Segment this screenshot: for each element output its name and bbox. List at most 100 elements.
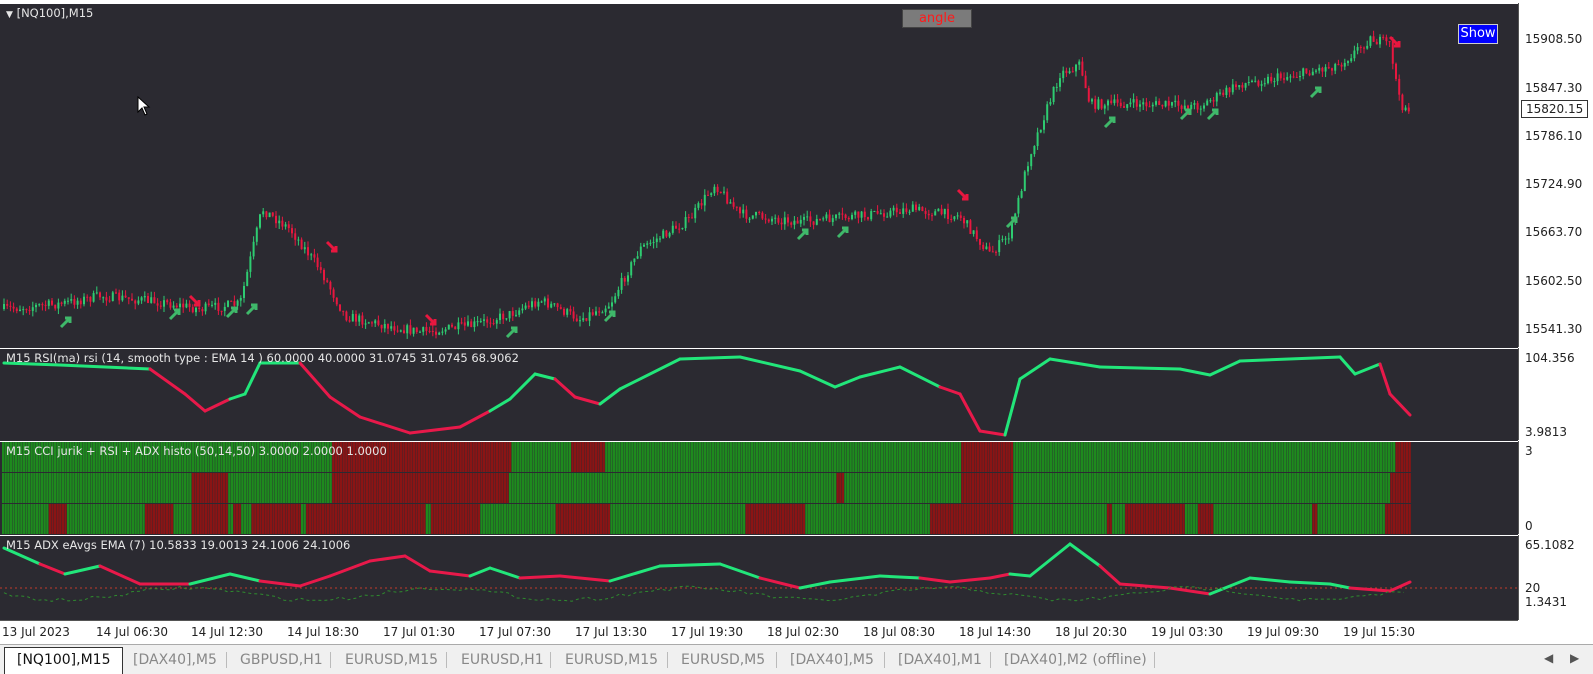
histo-bar — [891, 442, 894, 472]
histo-bar — [1101, 473, 1104, 503]
candle-body — [1327, 67, 1330, 69]
tab-eurusd-m15-2[interactable]: EURUSD,M15 — [565, 649, 658, 671]
candle-body — [435, 331, 437, 335]
histo-bar — [1260, 473, 1263, 503]
histo-bar — [150, 504, 153, 534]
histo-bar — [542, 504, 545, 534]
histo-bar — [168, 473, 171, 503]
histo-bar — [1099, 504, 1102, 534]
histo-bar — [787, 473, 790, 503]
rsi-indicator-pane[interactable]: M15 RSI(ma) rsi (14, smooth type : EMA 1… — [0, 348, 1518, 441]
histo-bar — [730, 442, 733, 472]
price-axis[interactable]: 15908.50 15847.30 15786.10 15724.90 1566… — [1518, 3, 1593, 347]
candle-body — [294, 233, 297, 240]
tab-dax40-m2-offline[interactable]: [DAX40],M2 (offline) — [1004, 649, 1147, 671]
histo-bar — [711, 442, 714, 472]
histo-bar — [1403, 442, 1406, 472]
show-button[interactable]: Show — [1458, 24, 1498, 44]
histo-bar — [1380, 504, 1383, 534]
histo-bar — [927, 504, 930, 534]
histo-bar — [594, 473, 597, 503]
histo-bar — [574, 504, 577, 534]
candle-body — [447, 324, 450, 330]
histo-bar — [1127, 473, 1130, 503]
candle-body — [1395, 63, 1397, 79]
histo-bar — [337, 504, 340, 534]
rsi-segment — [1018, 357, 1052, 381]
tab-dax40-m5[interactable]: [DAX40],M5 — [133, 649, 217, 671]
candle-body — [1404, 107, 1407, 111]
histo-bar — [134, 504, 137, 534]
histo-bar — [314, 504, 317, 534]
histo-bar — [997, 442, 1000, 472]
tab-eurusd-m15[interactable]: EURUSD,M15 — [345, 649, 438, 671]
histo-bar — [64, 473, 67, 503]
tab-gbpusd-h1[interactable]: GBPUSD,H1 — [240, 649, 323, 671]
candle-body — [649, 242, 652, 244]
tab-eurusd-m5[interactable]: EURUSD,M5 — [681, 649, 765, 671]
candle-body — [566, 309, 569, 315]
time-axis[interactable]: 13 Jul 2023 14 Jul 06:30 14 Jul 12:30 14… — [0, 620, 1518, 645]
histo-bar — [59, 473, 62, 503]
histo-bar — [295, 504, 298, 534]
histo-bar — [730, 473, 733, 503]
histo-bar — [1192, 442, 1195, 472]
histo-bar — [199, 504, 202, 534]
candle-body — [441, 331, 444, 333]
cci-histo-pane[interactable]: M15 CCI jurik + RSI + ADX histo (50,14,5… — [0, 441, 1518, 535]
histo-bar — [111, 504, 114, 534]
tabs-scroll-left-icon[interactable]: ◀ — [1544, 651, 1553, 665]
histo-bar — [72, 504, 75, 534]
histo-bar — [1278, 504, 1281, 534]
angle-button[interactable]: angle — [902, 9, 972, 28]
histo-bar — [1250, 504, 1253, 534]
histo-bar — [498, 504, 501, 534]
histo-bar — [1239, 504, 1242, 534]
histo-bar — [750, 504, 753, 534]
histo-bar — [940, 442, 943, 472]
rsi-segment — [1378, 362, 1392, 396]
histo-bar — [431, 504, 434, 534]
histo-bar — [1195, 504, 1198, 534]
histo-bar — [740, 473, 743, 503]
histo-bar — [1039, 473, 1042, 503]
histo-bar — [462, 473, 465, 503]
tab-dax40-m1[interactable]: [DAX40],M1 — [898, 649, 982, 671]
histo-bar — [888, 473, 891, 503]
candle-body — [457, 322, 460, 330]
candle-body — [742, 209, 745, 214]
candle-body — [659, 238, 661, 240]
tab-nq100-m15[interactable]: [NQ100],M15 — [4, 647, 124, 674]
tabs-scroll-right-icon[interactable]: ▶ — [1570, 651, 1579, 665]
adx-indicator-pane[interactable]: M15 ADX eAvgs EMA (7) 10.5833 19.0013 24… — [0, 535, 1518, 621]
candle-body — [287, 224, 290, 229]
histo-bar — [995, 504, 998, 534]
main-chart-pane[interactable]: ▼ [NQ100],M15 angle Show — [0, 3, 1518, 348]
histo-bar — [173, 504, 176, 534]
tab-dax40-m5-2[interactable]: [DAX40],M5 — [790, 649, 874, 671]
histo-bar — [56, 504, 59, 534]
rsi-segment — [148, 367, 187, 396]
histo-bar — [714, 473, 717, 503]
histo-bar — [1260, 504, 1263, 534]
histo-bar — [30, 504, 33, 534]
histo-bar — [555, 473, 558, 503]
collapse-triangle-icon[interactable]: ▼ — [6, 10, 13, 20]
histo-bar — [475, 442, 478, 472]
candle-body — [57, 302, 60, 309]
candle-body — [585, 318, 588, 321]
candle-body — [767, 219, 770, 222]
tab-eurusd-h1[interactable]: EURUSD,H1 — [461, 649, 544, 671]
candle-body — [102, 297, 105, 299]
histo-bar — [732, 442, 735, 472]
candle-body — [937, 208, 940, 212]
candle-body — [1094, 99, 1097, 109]
candle-body — [259, 214, 261, 228]
histo-bar — [464, 473, 467, 503]
histo-bar — [987, 442, 990, 472]
candle-body — [371, 322, 373, 324]
histo-bar — [436, 442, 439, 472]
histo-bar — [961, 473, 964, 503]
histo-bar — [844, 442, 847, 472]
candle-body — [495, 320, 498, 324]
